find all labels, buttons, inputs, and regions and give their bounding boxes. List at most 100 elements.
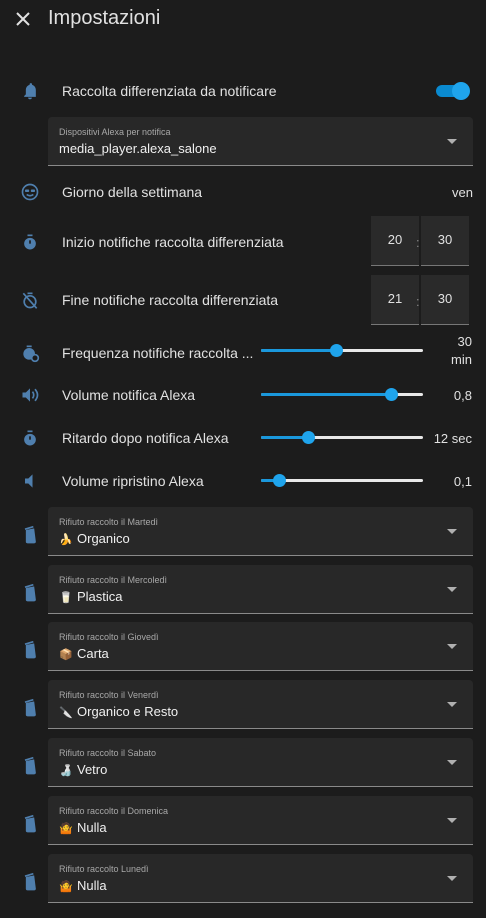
toggle-thumb bbox=[452, 82, 470, 100]
waste-select-mercoledi[interactable]: Rifiuto raccolto il Mercoledì 🥛 Plastica bbox=[48, 565, 473, 614]
end-time-label: Fine notifiche raccolta differenziata bbox=[62, 292, 279, 308]
waste-select-label: Rifiuto raccolto il Domenica bbox=[59, 806, 169, 816]
start-time-label: Inizio notifiche raccolta differenziata bbox=[62, 234, 284, 250]
time-separator: : bbox=[416, 294, 420, 309]
volume-restore-slider[interactable] bbox=[261, 473, 423, 489]
dialog-header: Impostazioni bbox=[0, 0, 486, 40]
weekday-value[interactable]: ven bbox=[452, 185, 473, 200]
waste-value-text: Organico bbox=[77, 531, 130, 546]
waste-emoji: 📦 bbox=[59, 649, 73, 661]
waste-select-giovedi[interactable]: Rifiuto raccolto il Giovedì 📦 Carta bbox=[48, 622, 473, 671]
volume-notify-value: 0,8 bbox=[453, 388, 472, 403]
start-time-row: Inizio notifiche raccolta differenziata … bbox=[0, 216, 486, 268]
waste-value-text: Nulla bbox=[77, 878, 107, 893]
waste-select-lunedi[interactable]: Rifiuto raccolto Lunedì 🤷 Nulla bbox=[48, 854, 473, 903]
waste-emoji: 🍌 bbox=[59, 534, 73, 546]
waste-row-mercoledi: Rifiuto raccolto il Mercoledì 🥛 Plastica bbox=[0, 565, 486, 614]
alexa-devices-select[interactable]: Dispositivi Alexa per notifica media_pla… bbox=[48, 117, 473, 166]
frequency-value-number: 30 bbox=[457, 334, 472, 349]
end-hour-input[interactable]: 21 bbox=[371, 275, 419, 325]
waste-row-lunedi: Rifiuto raccolto Lunedì 🤷 Nulla bbox=[0, 854, 486, 903]
waste-emoji: 🍶 bbox=[59, 765, 73, 777]
slider-knob[interactable] bbox=[272, 474, 286, 487]
waste-emoji: 🤷 bbox=[59, 881, 73, 893]
slider-knob[interactable] bbox=[301, 431, 315, 444]
chevron-down-icon bbox=[447, 139, 457, 144]
waste-value-text: Carta bbox=[77, 646, 109, 661]
volume-restore-row: Volume ripristino Alexa 0,1 bbox=[0, 470, 486, 492]
chevron-down-icon bbox=[447, 587, 457, 592]
waste-select-value: 🤷 Nulla bbox=[59, 820, 107, 835]
volume-notify-label: Volume notifica Alexa bbox=[62, 387, 196, 403]
frequency-value: 30 min bbox=[451, 333, 472, 369]
time-separator: : bbox=[416, 235, 420, 250]
chevron-down-icon bbox=[447, 818, 457, 823]
chevron-down-icon bbox=[447, 702, 457, 707]
notify-toggle-label: Raccolta differenziata da notificare bbox=[62, 83, 277, 99]
waste-row-venerdi: Rifiuto raccolto il Venerdì 🔪 Organico e … bbox=[0, 680, 486, 729]
volume-notify-slider[interactable] bbox=[261, 387, 423, 403]
waste-emoji: 🥛 bbox=[59, 592, 73, 604]
waste-select-domenica[interactable]: Rifiuto raccolto il Domenica 🤷 Nulla bbox=[48, 796, 473, 845]
waste-select-label: Rifiuto raccolto il Venerdì bbox=[59, 690, 159, 700]
waste-row-sabato: Rifiuto raccolto il Sabato 🍶 Vetro bbox=[0, 738, 486, 787]
slider-knob[interactable] bbox=[329, 344, 343, 357]
waste-row-domenica: Rifiuto raccolto il Domenica 🤷 Nulla bbox=[0, 796, 486, 845]
weekday-row: Giorno della settimana ven bbox=[0, 180, 486, 202]
bell-icon bbox=[20, 81, 40, 101]
frequency-row: Frequenza notifiche raccolta ... 30 min bbox=[0, 333, 486, 369]
delay-slider[interactable] bbox=[261, 430, 423, 446]
trash-can-icon bbox=[20, 698, 40, 718]
waste-select-value: 🍶 Vetro bbox=[59, 762, 107, 777]
volume-restore-value: 0,1 bbox=[453, 474, 472, 489]
alexa-devices-label: Dispositivi Alexa per notifica bbox=[59, 127, 171, 137]
trash-can-icon bbox=[20, 525, 40, 545]
waste-select-label: Rifiuto raccolto il Sabato bbox=[59, 748, 157, 758]
waste-select-martedi[interactable]: Rifiuto raccolto il Martedì 🍌 Organico bbox=[48, 507, 473, 556]
waste-emoji: 🔪 bbox=[59, 707, 73, 719]
waste-select-value: 🔪 Organico e Resto bbox=[59, 704, 178, 719]
delay-value: 12 sec bbox=[433, 431, 472, 446]
start-hour-input[interactable]: 20 bbox=[371, 216, 419, 266]
start-minute-value: 30 bbox=[437, 232, 453, 247]
waste-select-label: Rifiuto raccolto Lunedì bbox=[59, 864, 149, 874]
timer-icon bbox=[20, 232, 40, 252]
waste-select-value: 🤷 Nulla bbox=[59, 878, 107, 893]
chevron-down-icon bbox=[447, 644, 457, 649]
trash-can-icon bbox=[20, 756, 40, 776]
slider-knob[interactable] bbox=[384, 388, 398, 401]
waste-select-value: 🥛 Plastica bbox=[59, 589, 123, 604]
waste-select-label: Rifiuto raccolto il Martedì bbox=[59, 517, 159, 527]
trash-can-icon bbox=[20, 640, 40, 660]
slider-fill bbox=[261, 436, 308, 439]
weekday-label: Giorno della settimana bbox=[62, 184, 203, 200]
waste-select-sabato[interactable]: Rifiuto raccolto il Sabato 🍶 Vetro bbox=[48, 738, 473, 787]
timer-icon bbox=[20, 428, 40, 448]
waste-select-value: 📦 Carta bbox=[59, 646, 109, 661]
frequency-value-unit: min bbox=[451, 352, 472, 367]
trash-can-icon bbox=[20, 583, 40, 603]
waste-row-martedi: Rifiuto raccolto il Martedì 🍌 Organico bbox=[0, 507, 486, 556]
delay-label: Ritardo dopo notifica Alexa bbox=[62, 430, 229, 446]
waste-value-text: Nulla bbox=[77, 820, 107, 835]
sunglasses-smiley-icon bbox=[20, 182, 40, 202]
slider-fill bbox=[261, 393, 391, 396]
close-icon[interactable] bbox=[12, 8, 34, 30]
trash-can-icon bbox=[20, 814, 40, 834]
volume-low-icon bbox=[20, 471, 40, 491]
volume-restore-label: Volume ripristino Alexa bbox=[62, 473, 204, 489]
alexa-devices-value: media_player.alexa_salone bbox=[59, 141, 217, 156]
page-title: Impostazioni bbox=[48, 7, 161, 29]
frequency-slider[interactable] bbox=[261, 343, 423, 359]
frequency-label: Frequenza notifiche raccolta ... bbox=[62, 345, 254, 361]
chevron-down-icon bbox=[447, 760, 457, 765]
notify-toggle-switch[interactable] bbox=[436, 82, 470, 100]
end-minute-input[interactable]: 30 bbox=[421, 275, 469, 325]
volume-high-icon bbox=[20, 385, 40, 405]
start-minute-input[interactable]: 30 bbox=[421, 216, 469, 266]
waste-value-text: Vetro bbox=[77, 762, 108, 777]
waste-select-venerdi[interactable]: Rifiuto raccolto il Venerdì 🔪 Organico e … bbox=[48, 680, 473, 729]
waste-value-text: Plastica bbox=[77, 589, 123, 604]
end-hour-value: 21 bbox=[387, 291, 403, 306]
trash-can-icon bbox=[20, 872, 40, 892]
